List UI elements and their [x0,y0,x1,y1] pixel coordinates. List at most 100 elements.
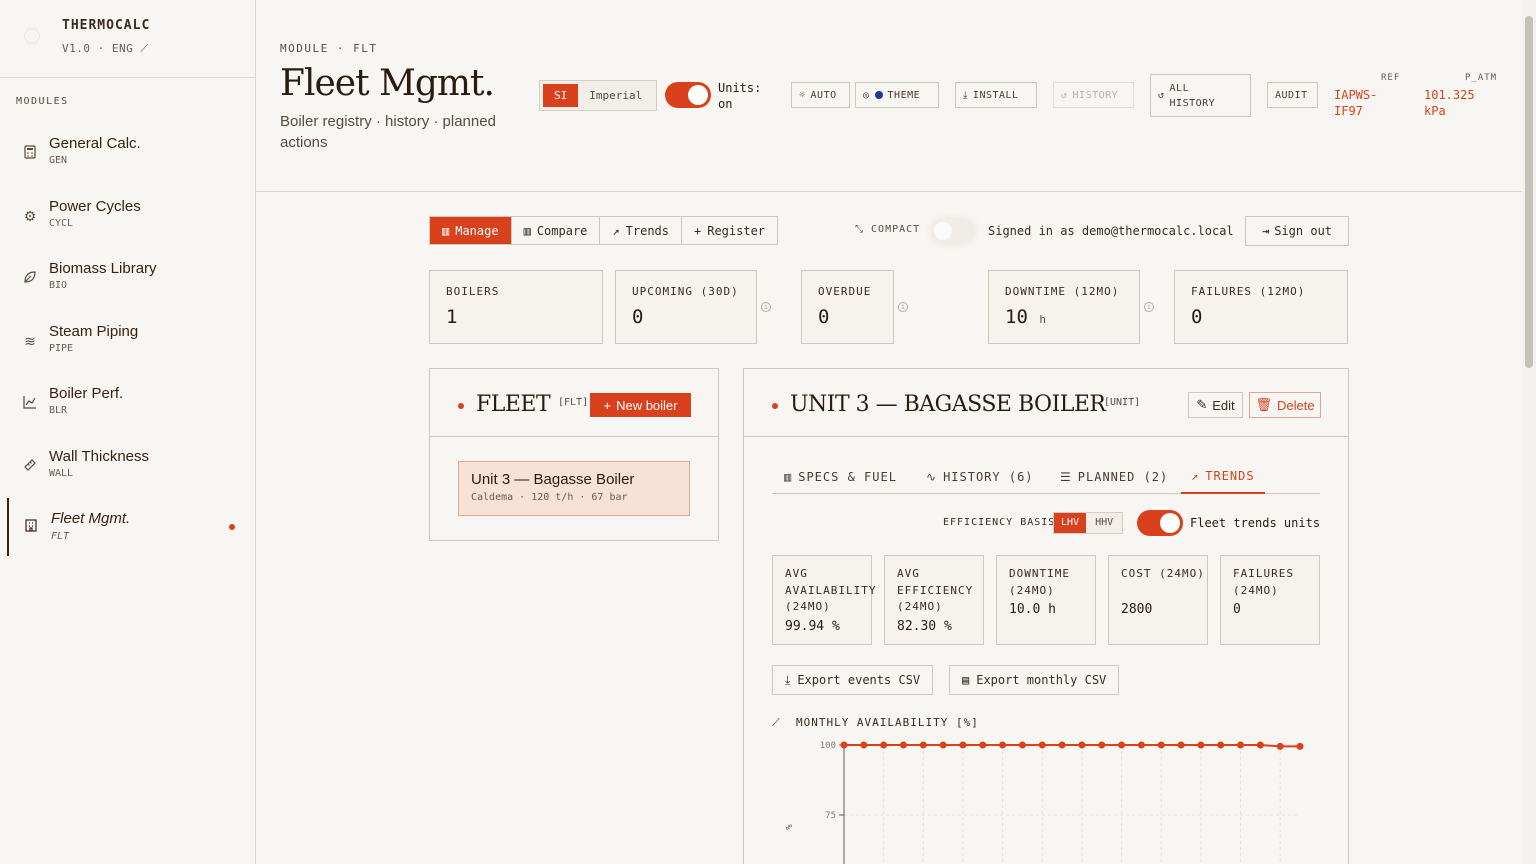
stat-label: UPCOMING (30D) [632,285,739,298]
audit-button[interactable]: AUDIT [1267,82,1318,108]
toggle-knob [688,85,708,105]
info-icon[interactable]: i [761,302,771,312]
y-axis-label: % [785,824,795,830]
data-point [979,741,987,749]
y-tick-label: 100 [820,741,836,751]
unit-tag: [UNIT] [1104,397,1141,408]
unit-system-switch: SI Imperial [539,80,658,111]
export-monthly-button[interactable]: ▤ Export monthly CSV [949,665,1120,695]
fleet-units-label: Fleet trends units [1190,516,1321,530]
ruler-icon [22,458,38,474]
history-button[interactable]: ↺ HISTORY [1053,82,1134,108]
sidebar-item-biomass-library[interactable]: Biomass Library BIO [0,260,255,310]
lhv-option[interactable]: LHV [1054,513,1087,533]
tab-compare[interactable]: ▥ Compare [512,217,601,244]
scrollbar-thumb[interactable] [1525,16,1533,368]
line-chart-icon: ⟋ [772,716,781,729]
scrollbar[interactable] [1522,0,1536,864]
patm-value: 101.325 kPa [1424,88,1475,118]
auto-button[interactable]: ☼ AUTO [791,82,850,108]
fleet-tag: [FLT] [558,397,589,408]
sidebar-item-power-cycles[interactable]: ⚙ Power Cycles CYCL [0,198,255,248]
new-boiler-label: New boiler [616,397,678,413]
series-line [844,744,1300,748]
audit-label: AUDIT [1275,89,1308,101]
trend-icon: ↗ [1191,469,1200,483]
sidebar-item-general-calc[interactable]: General Calc. GEN [0,135,255,185]
tab-specs-fuel[interactable]: ▥ SPECS & FUEL [780,460,901,494]
compact-toggle[interactable] [931,219,975,243]
file-icon: ▤ [962,673,970,687]
y-tick-label: 75 [825,811,836,821]
delete-button[interactable]: 🗑 Delete [1249,392,1321,418]
signed-in-text: Signed in as demo@thermocalc.local [988,224,1234,238]
sign-out-button[interactable]: ⇥ Sign out [1245,216,1349,246]
tab-label: TRENDS [1205,469,1255,483]
si-option[interactable]: SI [543,84,579,107]
units-toggle[interactable] [665,82,711,108]
sidebar-item-steam-piping[interactable]: ≋ Steam Piping PIPE [0,323,255,373]
sidebar-item-label: Wall Thickness [49,448,150,465]
tab-trends[interactable]: ↗ Trends [600,217,682,244]
tab-manage[interactable]: ▥ Manage [430,217,512,244]
data-point [840,741,848,749]
auto-label: AUTO [810,89,837,101]
info-icon[interactable]: i [898,302,908,312]
data-point [1118,741,1126,749]
chart-title-text: MONTHLY AVAILABILITY [%] [795,716,979,729]
efficiency-basis-switch: LHV HHV [1053,512,1124,534]
compress-icon: ⤡ [855,224,864,235]
building-icon [23,518,39,534]
imperial-option[interactable]: Imperial [578,84,653,107]
units-label: Units: [718,81,762,95]
toggle-knob [934,222,952,240]
tab-label: PLANNED (2) [1077,470,1169,484]
data-point [1256,741,1264,749]
edit-button[interactable]: ✎ Edit [1188,392,1243,418]
tab-planned[interactable]: ☰ PLANNED (2) [1056,460,1172,494]
stat-value: 1 [446,306,458,328]
download-icon: ⤓ [963,89,968,101]
data-point [860,741,868,749]
data-point [919,741,927,749]
leaf-icon [22,270,38,286]
kpi-value: 0 [1233,602,1241,617]
plus-icon: + [694,223,702,238]
sidebar-item-wall-thickness[interactable]: Wall Thickness WALL [0,448,255,498]
tab-label: SPECS & FUEL [798,470,897,484]
new-boiler-button[interactable]: + New boiler [590,393,691,417]
palette-icon: ◎ [863,89,870,101]
sidebar-item-label: Biomass Library [49,260,157,277]
info-icon[interactable]: i [1144,302,1154,312]
tab-label: Manage [455,223,499,238]
all-history-button[interactable]: ↺ ALL HISTORY [1150,74,1251,117]
calculator-icon [22,145,38,161]
data-point [959,741,967,749]
stat-label: BOILERS [446,285,500,298]
tab-trends-detail[interactable]: ↗ TRENDS [1181,460,1265,494]
tab-history[interactable]: ∿ HISTORY (6) [922,460,1038,494]
data-point [1018,741,1026,749]
chart-title: ⟋ MONTHLY AVAILABILITY [%] [772,716,979,730]
install-button[interactable]: ⤓ INSTALL [955,82,1037,108]
tab-label: Register [707,223,766,238]
active-indicator [229,524,235,530]
sidebar-item-fleet-mgmt[interactable]: Fleet Mgmt. FLT [7,498,255,556]
theme-button[interactable]: ◎ THEME [855,82,939,108]
unit-title: UNIT 3 — BAGASSE BOILER [790,392,1106,417]
boiler-meta: Caldema · 120 t/h · 67 bar [471,492,628,503]
tab-register[interactable]: + Register [682,217,777,244]
boiler-list-item[interactable]: Unit 3 — Bagasse Boiler Caldema · 120 t/… [458,461,690,516]
all-history-label: ALL HISTORY [1169,82,1216,109]
kpi-value: 82.30 % [897,619,952,634]
data-point [1098,741,1106,749]
data-point [1038,741,1046,749]
hhv-option[interactable]: HHV [1086,513,1122,533]
stat-failures: FAILURES (12MO) 0 [1174,270,1348,344]
theme-dot-icon [874,91,883,99]
fleet-units-toggle[interactable] [1137,510,1183,536]
brand: THERMOCALC V1.0 · ENG ⟋ [62,18,150,56]
export-events-button[interactable]: ⤓ Export events CSV [772,665,934,695]
section-dot [458,403,464,409]
sidebar-item-boiler-perf[interactable]: Boiler Perf. BLR [0,385,255,435]
